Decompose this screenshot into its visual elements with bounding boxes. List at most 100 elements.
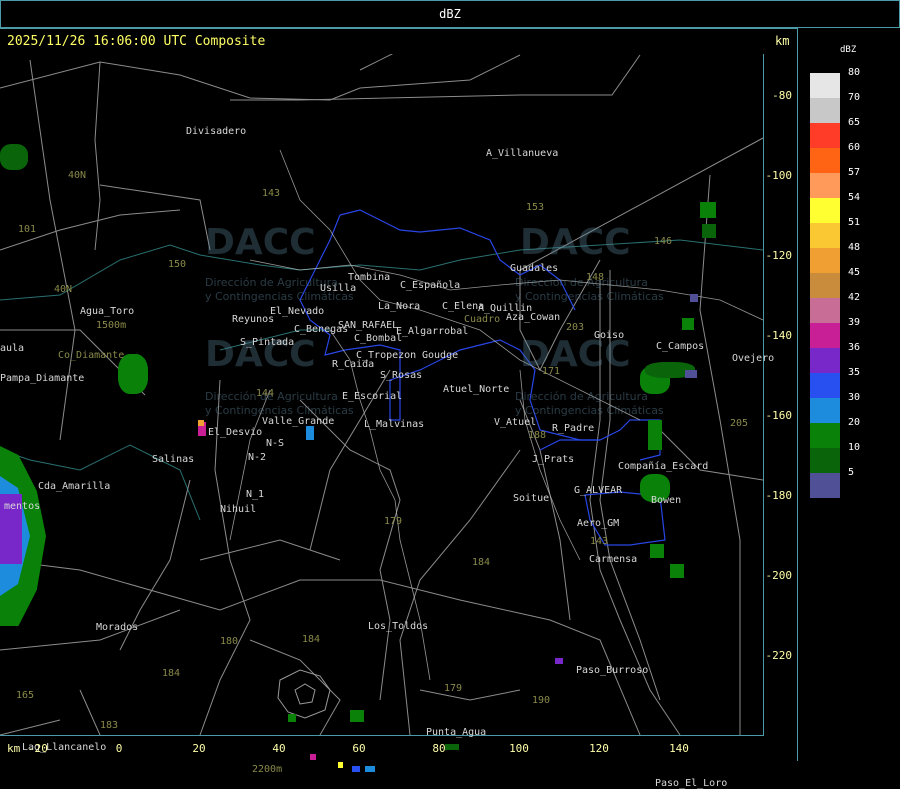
place-label: Ovejero	[732, 353, 775, 364]
x-tick: -20	[28, 742, 48, 755]
place-label: Soitue	[513, 493, 550, 504]
legend-swatch	[810, 198, 840, 223]
place-label: La_Nora	[378, 301, 421, 312]
y-tick: -200	[765, 569, 793, 582]
place-label: Goudge	[422, 350, 459, 361]
route-label: 184	[302, 634, 321, 645]
title-bar: dBZ	[0, 0, 900, 28]
route-label: 143	[590, 536, 609, 547]
route-label: 205	[730, 418, 749, 429]
legend-label: 65	[848, 117, 861, 128]
legend-swatch	[810, 473, 840, 498]
y-tick: -120	[765, 249, 793, 262]
place-label: Bowen	[651, 495, 682, 506]
legend-label: 45	[848, 267, 861, 278]
place-label: C_Bombal	[354, 333, 403, 344]
legend-label: 30	[848, 392, 861, 403]
place-label: Punta_Agua	[426, 727, 487, 738]
route-label: 184	[162, 668, 181, 679]
place-label: N_1	[246, 489, 265, 500]
legend-label: 70	[848, 92, 861, 103]
legend-label: 60	[848, 142, 861, 153]
legend-label: 5	[848, 467, 855, 478]
legend-swatch	[810, 123, 840, 148]
route-label: 2200m	[252, 764, 283, 775]
x-tick: 60	[352, 742, 366, 755]
route-label: 165	[16, 690, 35, 701]
place-label: Divisadero	[186, 126, 247, 137]
place-label: Guadales	[510, 263, 559, 274]
legend-swatch	[810, 373, 840, 398]
place-label: G_ALVEAR	[574, 485, 623, 496]
route-label: 179	[384, 516, 403, 527]
place-label: Los_Toldos	[368, 621, 429, 632]
y-tick: -160	[765, 409, 793, 422]
place-label: Cda_Amarilla	[38, 481, 111, 492]
legend-label: 54	[848, 192, 861, 203]
watermark-line-2b: y Contingencias Climáticas	[515, 290, 664, 303]
route-label: 179	[444, 683, 463, 694]
place-label: V_Atuel	[494, 417, 537, 428]
place-label: C_Benegas	[294, 324, 349, 335]
place-label: C_Española	[400, 280, 461, 291]
place-label: Usilla	[320, 283, 357, 294]
y-tick: -180	[765, 489, 793, 502]
place-label: aula	[0, 343, 25, 354]
place-label: Aero_GM	[577, 518, 620, 529]
timestamp-label: 2025/11/26 16:06:00 UTC Composite	[7, 34, 266, 49]
route-label: Co_Diamante	[58, 350, 125, 361]
legend-label: 80	[848, 67, 861, 78]
place-label: Pampa_Diamante	[0, 373, 85, 384]
legend-swatch	[810, 173, 840, 198]
route-label: 143	[262, 188, 281, 199]
place-label: Valle_Grande	[262, 416, 335, 427]
legend-label: 10	[848, 442, 861, 453]
legend-label: 20	[848, 417, 861, 428]
title-text: dBZ	[439, 7, 461, 21]
watermark-line-1b: Dirección de Agricultura	[515, 276, 648, 289]
x-tick: 120	[589, 742, 609, 755]
route-label: 153	[526, 202, 545, 213]
x-tick: 0	[115, 742, 123, 755]
route-label: Cuadro	[464, 314, 501, 325]
route-label: 146	[654, 236, 673, 247]
legend-swatch	[810, 448, 840, 473]
legend-label: 36	[848, 342, 861, 353]
place-label: Compañía_Escard	[618, 461, 709, 472]
place-label: Morados	[96, 622, 139, 633]
place-label: J_Prats	[532, 454, 575, 465]
legend-divider	[797, 28, 798, 761]
route-label: 183	[100, 720, 119, 731]
place-label: Paso_Burroso	[576, 665, 649, 676]
x-tick: 20	[192, 742, 206, 755]
legend-swatch	[810, 98, 840, 123]
legend-title: dBZ	[840, 45, 857, 55]
legend-swatch	[810, 398, 840, 423]
place-label: N-2	[248, 452, 267, 463]
route-label: 40N	[54, 284, 73, 295]
axis-unit-bottom: km	[7, 742, 21, 755]
place-label: Atuel_Norte	[443, 384, 510, 395]
place-label: L_Malvinas	[364, 419, 425, 430]
place-label: El_Nevado	[270, 306, 325, 317]
place-label: Salinas	[152, 454, 195, 465]
place-label: El_Desvio	[208, 427, 263, 438]
radar-map[interactable]: DACC DACC DACC DACC Dirección de Agricul…	[0, 54, 774, 789]
route-label: 40N	[68, 170, 87, 181]
route-label: 180	[220, 636, 239, 647]
place-label: C_Tropezon	[356, 350, 417, 361]
place-label: R_Padre	[552, 423, 595, 434]
legend-swatch	[810, 73, 840, 98]
watermark-line-1a: Dirección de Agricultura	[205, 276, 338, 289]
place-label: E_Escorial	[342, 391, 403, 402]
legend-label: 39	[848, 317, 861, 328]
place-label: Carmensa	[589, 554, 638, 565]
place-label: mentos	[4, 501, 41, 512]
x-tick: 100	[509, 742, 529, 755]
route-label: 184	[472, 557, 491, 568]
legend-swatch	[810, 273, 840, 298]
route-label: 190	[532, 695, 551, 706]
legend-label: 42	[848, 292, 861, 303]
place-label: N-S	[266, 438, 285, 449]
place-label: Goiso	[594, 330, 625, 341]
